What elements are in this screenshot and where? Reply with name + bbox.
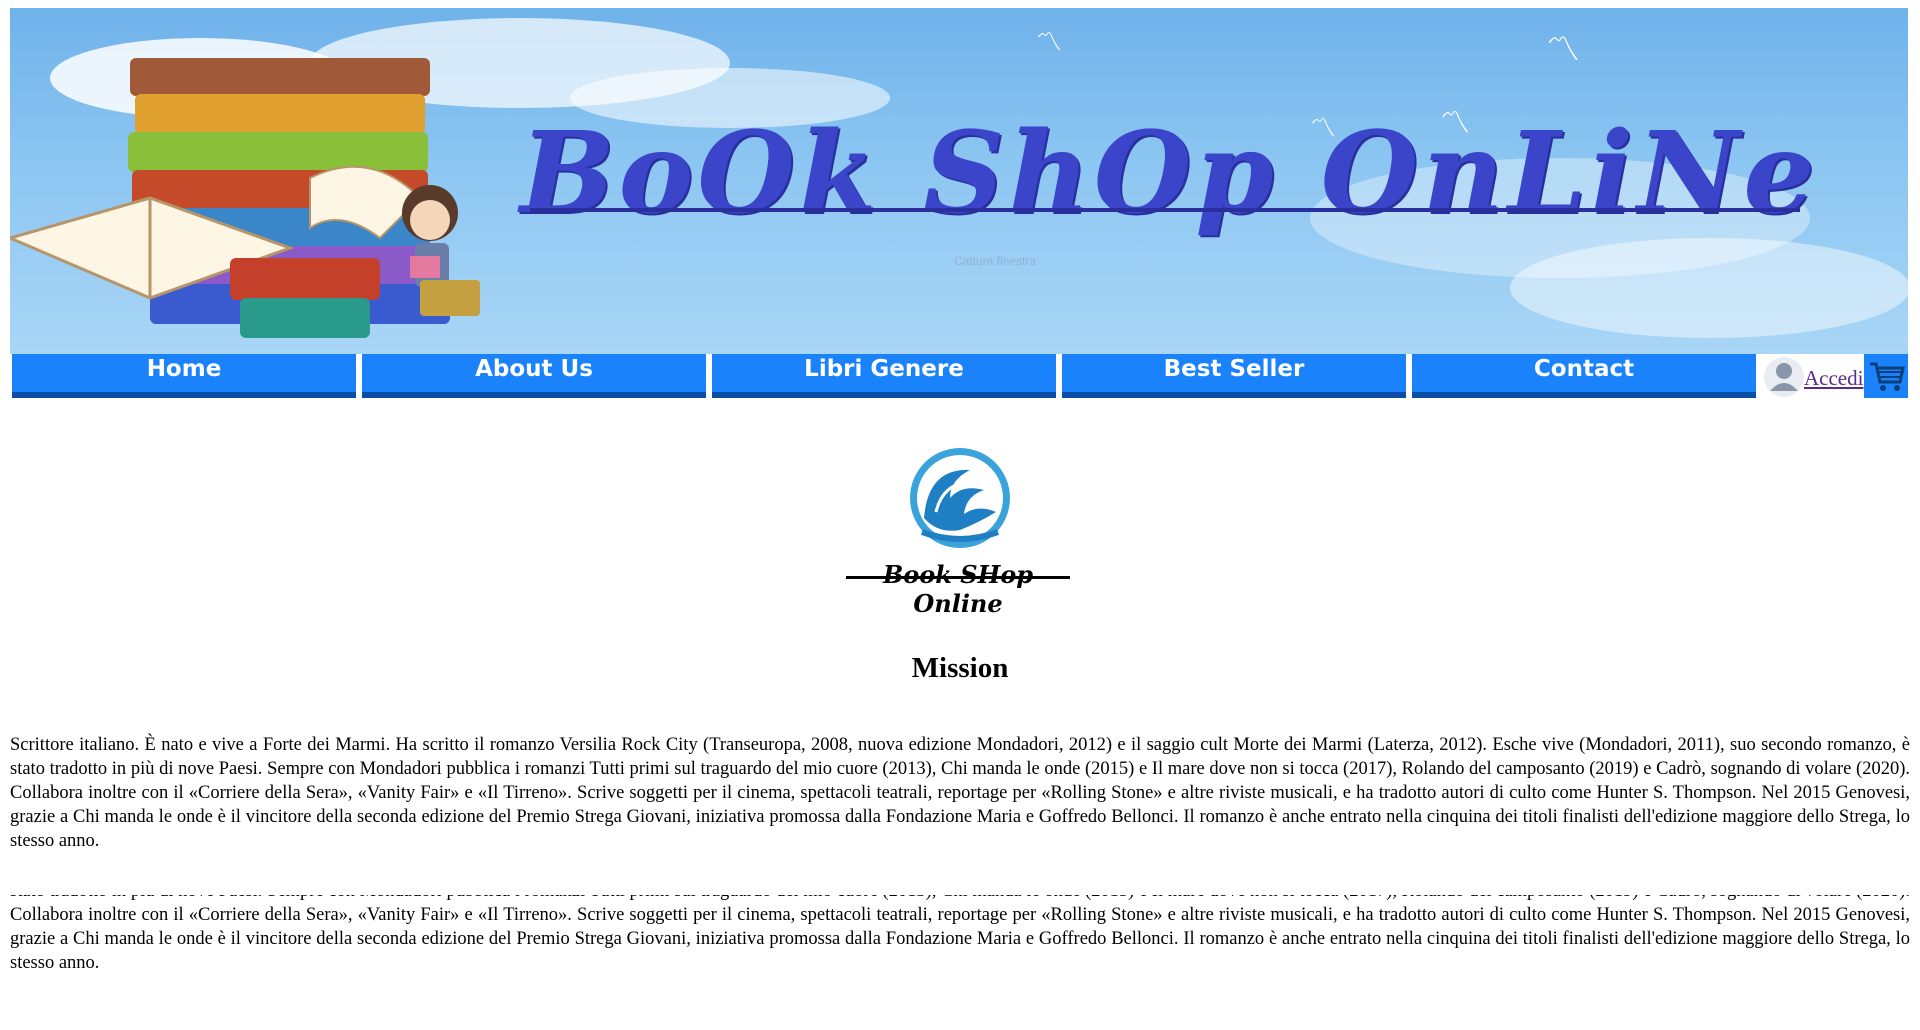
cart-wheel — [1880, 385, 1886, 391]
user-avatar-icon[interactable] — [1762, 355, 1806, 399]
girl-face — [410, 200, 450, 240]
mission-paragraph: Scrittore italiano. È nato e vive a Fort… — [10, 735, 1910, 851]
nav-home[interactable]: Home — [12, 354, 356, 398]
banner-title: BoOk ShOp OnLiNe — [520, 108, 1819, 239]
book-spine — [240, 298, 370, 338]
girl-skirt — [420, 280, 480, 316]
banner-title-strike — [530, 208, 1800, 212]
book-spine — [135, 94, 425, 134]
logo-text: Book SHop Online — [882, 560, 1034, 618]
avatar-head — [1776, 363, 1792, 379]
book-spine — [230, 258, 380, 300]
pink-book — [410, 256, 440, 278]
wave-logo-icon — [910, 448, 1010, 548]
nav-contact[interactable]: Contact — [1412, 354, 1756, 398]
book-spine — [130, 58, 430, 96]
mission-paragraph-duplicate-viewport: Scrittore italiano. È nato e vive a Fort… — [0, 895, 1920, 995]
mission-heading: Mission — [911, 652, 1009, 684]
book-spine — [128, 132, 428, 172]
header-banner: 〽 〽 〽 〽 BoOk ShOp OnLiNe Cattura finestr… — [10, 8, 1908, 354]
logo-strike — [846, 576, 1070, 579]
bird-icon: 〽 — [1036, 28, 1063, 58]
books-illustration — [10, 58, 480, 338]
cart-wheel — [1894, 385, 1900, 391]
main-nav: Home About Us Libri Genere Best Seller C… — [12, 354, 1908, 398]
site-logo: Book SHop Online — [838, 438, 1078, 618]
nav-libri-genere[interactable]: Libri Genere — [712, 354, 1056, 398]
mission-paragraph-duplicate: Scrittore italiano. È nato e vive a Fort… — [10, 895, 1910, 973]
login-link[interactable]: Accedi — [1804, 366, 1863, 391]
nav-best-seller[interactable]: Best Seller — [1062, 354, 1406, 398]
shopping-cart-icon[interactable] — [1864, 354, 1908, 398]
nav-about-us[interactable]: About Us — [362, 354, 706, 398]
bird-icon: 〽 — [1546, 30, 1580, 70]
banner-watermark: Cattura finestra — [954, 254, 1037, 268]
